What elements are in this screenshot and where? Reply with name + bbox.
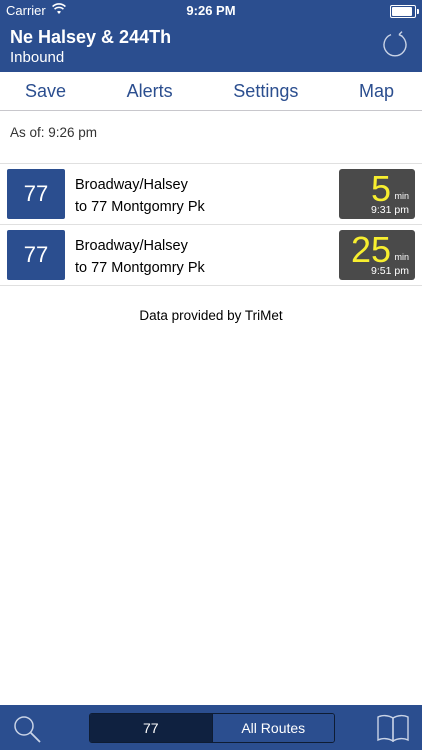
route-name: Broadway/Halsey [75,177,188,193]
route-badge: 77 [7,230,65,280]
eta-clock-time: 9:51 pm [371,265,409,277]
stop-direction: Inbound [10,49,65,66]
eta-box: 5 min 9:31 pm [339,168,415,219]
eta-unit: min [394,252,409,262]
refresh-icon[interactable] [380,30,410,60]
menu-bar: Save Alerts Settings Map [0,72,422,111]
book-icon[interactable] [376,714,410,743]
arrival-row[interactable]: 77 Broadway/Halsey to 77 Montgomry Pk 5 … [0,164,422,224]
route-destination: to 77 Montgomry Pk [75,199,205,215]
arrival-description: Broadway/Halsey to 77 Montgomry Pk [75,174,205,218]
bottom-toolbar: 77 All Routes [0,705,422,750]
as-of-timestamp: As of: 9:26 pm [10,125,98,140]
battery-icon [390,5,419,18]
search-icon[interactable] [12,714,42,744]
route-badge: 77 [7,169,65,219]
eta-unit: min [394,191,409,201]
arrival-row[interactable]: 77 Broadway/Halsey to 77 Montgomry Pk 25… [0,225,422,285]
status-bar: Carrier 9:26 PM [0,0,422,22]
route-name: Broadway/Halsey [75,238,188,254]
save-button[interactable]: Save [25,81,66,102]
route-filter-segmented-control: 77 All Routes [89,713,335,743]
header: Carrier 9:26 PM Ne Halsey & 244Th Inboun… [0,0,422,72]
segment-all-routes[interactable]: All Routes [211,714,334,742]
arrival-description: Broadway/Halsey to 77 Montgomry Pk [75,235,205,279]
status-time: 9:26 PM [186,3,236,18]
route-destination: to 77 Montgomry Pk [75,260,205,276]
settings-button[interactable]: Settings [233,81,298,102]
stop-title: Ne Halsey & 244Th [10,27,172,47]
divider [0,285,422,286]
segment-route-77[interactable]: 77 [90,714,212,742]
data-attribution: Data provided by TriMet [139,308,283,323]
map-button[interactable]: Map [359,81,394,102]
eta-box: 25 min 9:51 pm [339,229,415,280]
eta-clock-time: 9:31 pm [371,204,409,216]
alerts-button[interactable]: Alerts [127,81,173,102]
